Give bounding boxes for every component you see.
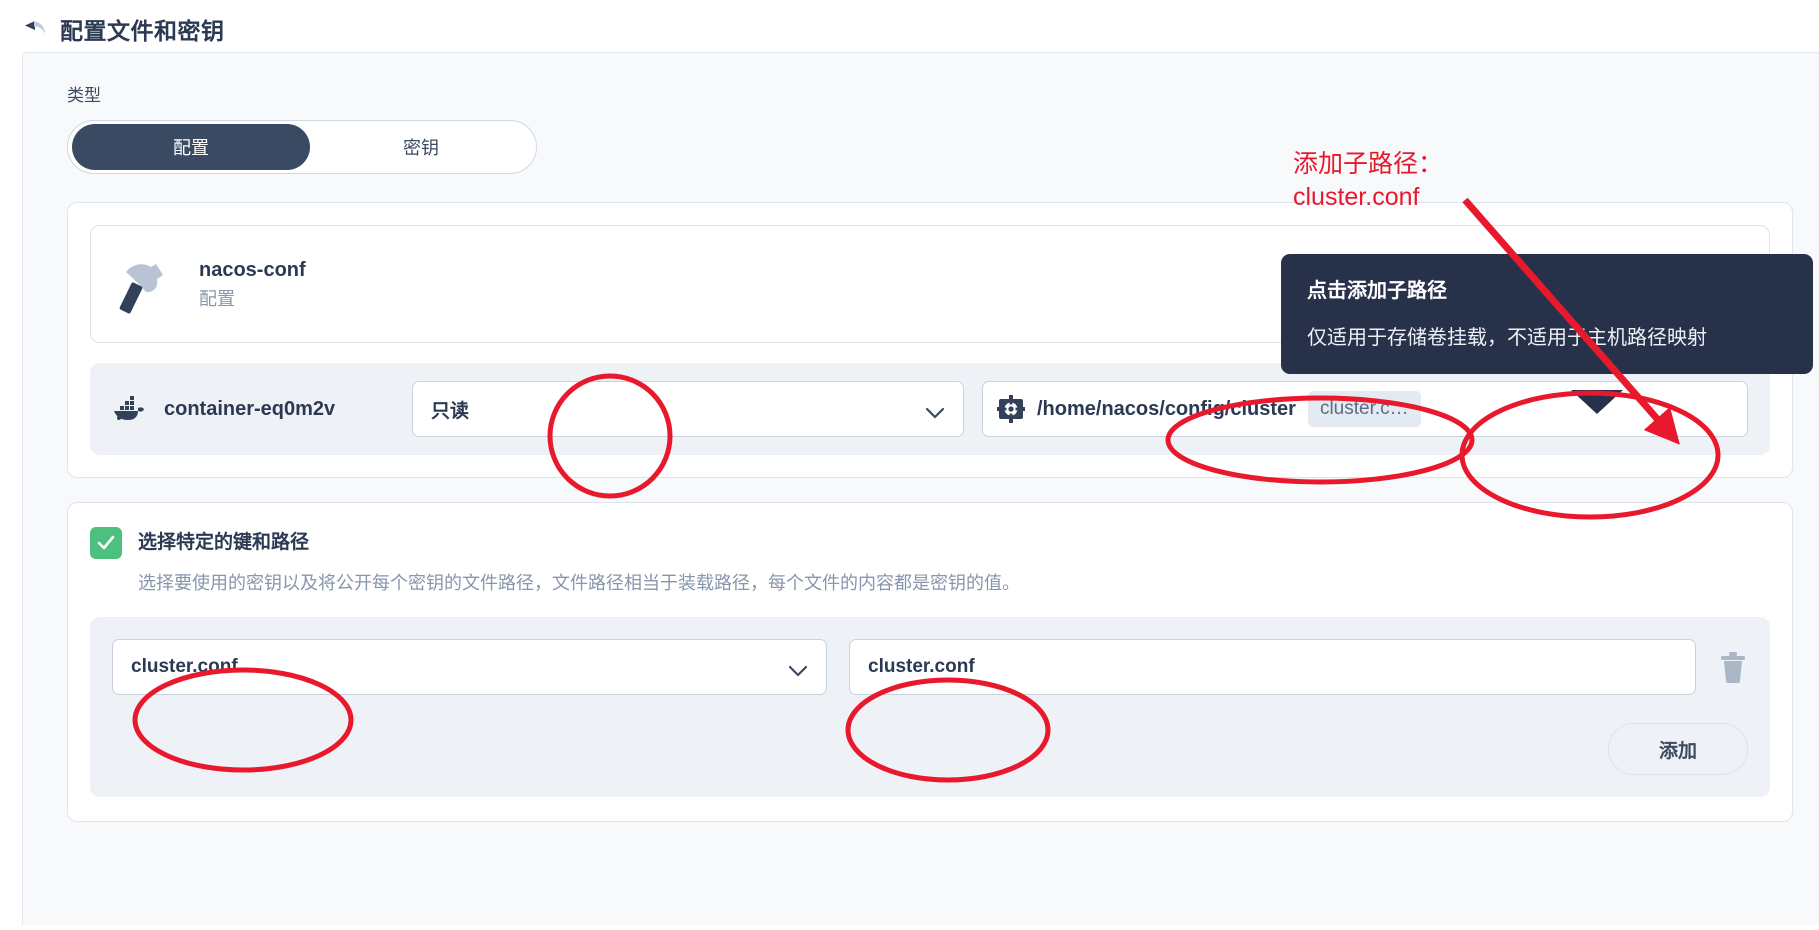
- key-path-row: cluster.conf cluster.conf: [112, 639, 1748, 696]
- specific-keys-checkbox[interactable]: [90, 527, 122, 559]
- specific-keys-description: 选择要使用的密钥以及将公开每个密钥的文件路径，文件路径相当于装载路径，每个文件的…: [138, 573, 1020, 594]
- hammer-icon: [115, 253, 177, 315]
- cog-icon: [997, 395, 1025, 423]
- add-button[interactable]: 添加: [1608, 723, 1748, 776]
- type-label: 类型: [67, 86, 101, 105]
- page-title: 配置文件和密钥: [60, 18, 225, 44]
- docker-icon: [112, 396, 146, 422]
- tooltip-title: 点击添加子路径: [1307, 280, 1447, 302]
- trash-icon[interactable]: [1718, 650, 1748, 684]
- type-toggle-group[interactable]: 配置 密钥: [67, 120, 537, 174]
- mount-path-field[interactable]: /home/nacos/config/cluster cluster.c…: [982, 381, 1748, 437]
- tooltip-arrow-icon: [1571, 390, 1623, 414]
- add-row: 添加: [112, 723, 1748, 776]
- specific-keys-title: 选择特定的键和路径: [138, 532, 310, 553]
- subpath-chip[interactable]: cluster.c…: [1307, 391, 1421, 427]
- container-mount-row: container-eq0m2v 只读 /home/nacos/config/c…: [90, 363, 1770, 455]
- specific-keys-card: 选择特定的键和路径 选择要使用的密钥以及将公开每个密钥的文件路径，文件路径相当于…: [67, 502, 1793, 823]
- keys-header: 选择特定的键和路径: [90, 527, 1770, 559]
- subpath-tooltip: 点击添加子路径 仅适用于存储卷挂载，不适用于主机路径映射: [1281, 254, 1813, 374]
- access-mode-select[interactable]: 只读: [412, 381, 964, 437]
- type-option-secret[interactable]: 密钥: [310, 124, 532, 170]
- access-mode-value: 只读: [431, 400, 470, 422]
- keys-list: cluster.conf cluster.conf 添加: [90, 617, 1770, 798]
- back-arrow-icon[interactable]: [22, 18, 48, 40]
- resource-info: nacos-conf 配置: [199, 255, 306, 314]
- type-option-config[interactable]: 配置: [72, 124, 310, 170]
- key-select-value: cluster.conf: [131, 656, 238, 678]
- resource-name: nacos-conf: [199, 258, 306, 281]
- chevron-down-icon: [788, 661, 808, 677]
- settings-panel: 类型 配置 密钥 nacos-conf 配置 container-eq0m2v …: [22, 52, 1819, 925]
- resource-kind: 配置: [199, 288, 235, 309]
- page-header: 配置文件和密钥: [0, 0, 1819, 56]
- chevron-down-icon: [925, 403, 945, 419]
- mount-path-value: /home/nacos/config/cluster: [1037, 397, 1296, 420]
- key-select[interactable]: cluster.conf: [112, 639, 827, 696]
- container-name: container-eq0m2v: [164, 397, 336, 420]
- tooltip-body: 仅适用于存储卷挂载，不适用于主机路径映射: [1307, 327, 1707, 349]
- key-path-input[interactable]: cluster.conf: [849, 639, 1696, 696]
